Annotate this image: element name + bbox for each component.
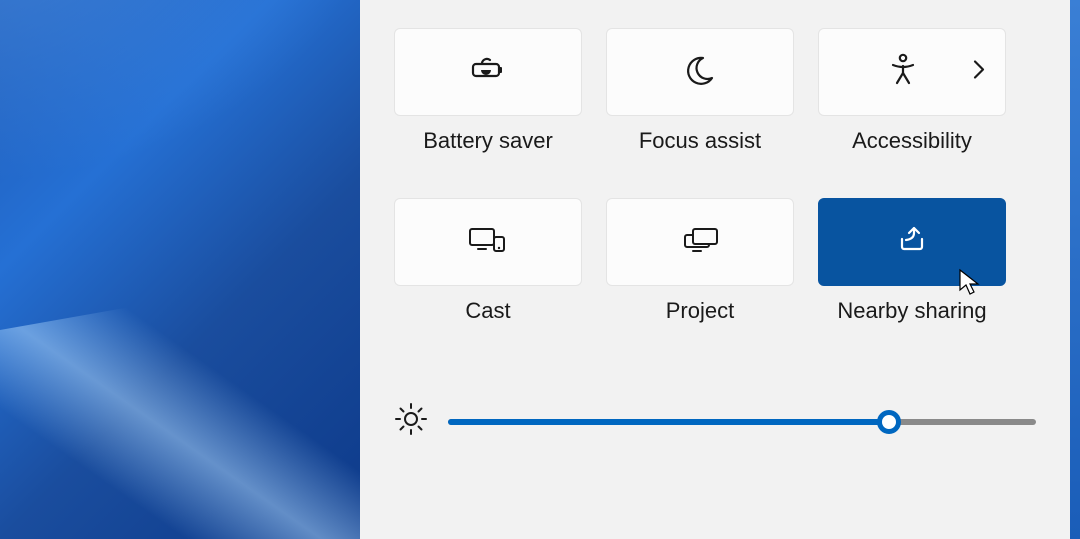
- nearby-sharing-tile[interactable]: [818, 198, 1006, 286]
- share-icon: [896, 225, 928, 260]
- battery-saver-icon: [468, 56, 508, 89]
- cast-label: Cast: [465, 298, 510, 324]
- tile-project-wrap: Project: [606, 198, 794, 354]
- nearby-sharing-label: Nearby sharing: [837, 298, 986, 324]
- tile-accessibility-wrap: Accessibility: [818, 28, 1006, 184]
- tile-battery-saver-wrap: Battery saver: [394, 28, 582, 184]
- chevron-right-icon: [973, 60, 985, 85]
- brightness-slider-thumb[interactable]: [877, 410, 901, 434]
- brightness-slider[interactable]: [448, 419, 1036, 425]
- project-tile[interactable]: [606, 198, 794, 286]
- right-edge-strip: [1070, 0, 1080, 539]
- tile-nearby-sharing-wrap: Nearby sharing: [818, 198, 1006, 354]
- battery-saver-label: Battery saver: [423, 128, 553, 154]
- brightness-icon: [394, 402, 428, 441]
- tile-focus-assist-wrap: Focus assist: [606, 28, 794, 184]
- focus-assist-tile[interactable]: [606, 28, 794, 116]
- cast-icon: [466, 225, 510, 260]
- accessibility-tile[interactable]: [818, 28, 1006, 116]
- tile-cast-wrap: Cast: [394, 198, 582, 354]
- accessibility-icon: [887, 53, 919, 92]
- moon-icon: [683, 53, 717, 92]
- brightness-slider-row: [394, 402, 1036, 441]
- desktop-wallpaper: [0, 0, 360, 539]
- quick-settings-panel: Battery saver Focus assist: [360, 0, 1070, 539]
- brightness-slider-fill: [448, 419, 889, 425]
- quick-settings-tile-grid: Battery saver Focus assist: [394, 28, 1036, 354]
- focus-assist-label: Focus assist: [639, 128, 761, 154]
- project-icon: [679, 225, 721, 260]
- cast-tile[interactable]: [394, 198, 582, 286]
- project-label: Project: [666, 298, 734, 324]
- battery-saver-tile[interactable]: [394, 28, 582, 116]
- accessibility-label: Accessibility: [852, 128, 972, 154]
